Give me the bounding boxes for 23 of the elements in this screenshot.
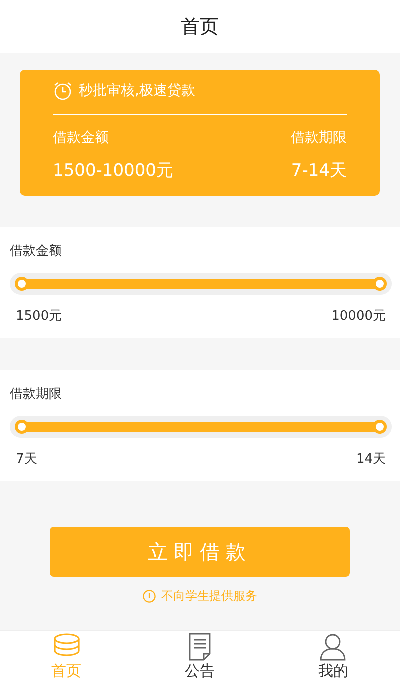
slider-label: 借款期限 — [10, 386, 63, 403]
document-icon[interactable] — [188, 633, 212, 661]
amount-label: 借款金额 — [53, 129, 109, 147]
info-icon — [142, 590, 156, 603]
slider-handle[interactable] — [373, 420, 387, 434]
slider-label: 借款金额 — [10, 243, 63, 260]
person-icon[interactable] — [319, 633, 348, 661]
tab-label[interactable]: 公告 — [184, 662, 215, 681]
min-value: 1500元 — [16, 308, 62, 325]
min-value: 7天 — [16, 451, 38, 468]
max-value: 14天 — [356, 451, 386, 468]
amount-range: 1500-10000元 — [53, 160, 174, 182]
tab-label[interactable]: 我的 — [318, 662, 348, 681]
notice-text: 不向学生提供服务 — [162, 588, 258, 605]
term-label: 借款期限 — [291, 129, 347, 147]
slider-handle[interactable] — [15, 277, 29, 291]
alarm-clock-icon — [53, 81, 73, 101]
slider-handle[interactable] — [373, 277, 387, 291]
slider-handle[interactable] — [15, 420, 29, 434]
slogan: 秒批审核,极速贷款 — [79, 82, 196, 100]
page-title: 首页 — [181, 14, 219, 40]
max-value: 10000元 — [332, 308, 386, 325]
term-range: 7-14天 — [291, 160, 347, 182]
